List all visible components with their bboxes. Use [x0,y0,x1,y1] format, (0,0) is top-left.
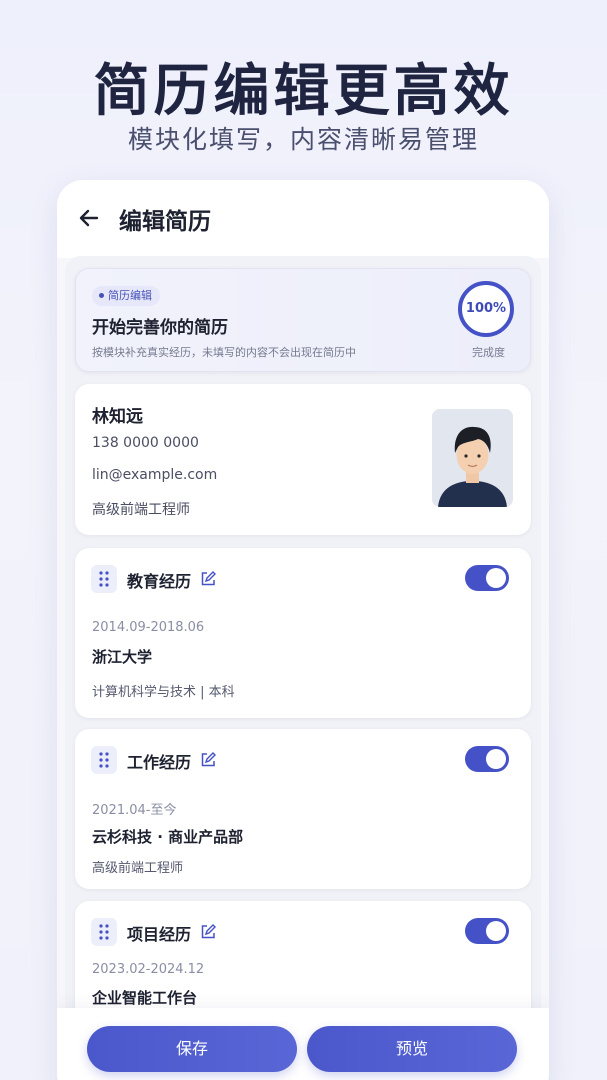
section-title: 教育经历 [127,572,192,591]
intro-tag: 简历编辑 [92,286,160,306]
section-meta: 计算机科学与技术 | 本科 [92,685,235,700]
intro-title: 开始完善你的简历 [92,318,228,338]
phone-frame: 编辑简历 简历编辑 开始完善你的简历 按模块补充真实经历，未填写的内容不会出现在… [57,180,549,1080]
section-date: 2023.02-2024.12 [92,962,205,977]
section-title: 项目经历 [127,925,192,944]
profile-phone: 138 0000 0000 [92,435,199,451]
footer-bar: 保存 预览 [57,1008,549,1080]
hero-subtitle: 模块化填写，内容清晰易管理 [127,125,479,154]
edit-icon[interactable] [200,924,216,940]
page-title: 编辑简历 [119,209,211,235]
intro-description: 按模块补充真实经历，未填写的内容不会出现在简历中 [92,346,356,359]
content-area: 简历编辑 开始完善你的简历 按模块补充真实经历，未填写的内容不会出现在简历中 1… [65,256,541,1080]
save-button[interactable]: 保存 [87,1026,297,1072]
work-section: 工作经历 2021.04-至今 云杉科技 · 商业产品部 高级前端工程师 [75,729,531,889]
section-toggle[interactable] [465,565,509,591]
avatar-portrait-icon [432,409,513,507]
preview-button[interactable]: 预览 [307,1026,517,1072]
education-section: 教育经历 2014.09-2018.06 浙江大学 计算机科学与技术 | 本科 [75,548,531,718]
progress-value: 100% [465,301,507,316]
section-toggle[interactable] [465,918,509,944]
section-org: 云杉科技 · 商业产品部 [92,828,244,846]
drag-handle-icon[interactable] [91,918,117,946]
edit-icon[interactable] [200,752,216,768]
drag-handle-icon[interactable] [91,565,117,593]
section-date: 2021.04-至今 [92,803,177,818]
profile-role: 高级前端工程师 [92,502,190,518]
section-title: 工作经历 [127,753,192,772]
section-toggle[interactable] [465,746,509,772]
section-org: 浙江大学 [92,648,153,666]
drag-handle-icon[interactable] [91,746,117,774]
intro-card: 简历编辑 开始完善你的简历 按模块补充真实经历，未填写的内容不会出现在简历中 1… [75,268,531,372]
avatar[interactable] [432,409,513,507]
profile-name: 林知远 [92,407,143,427]
profile-card[interactable]: 林知远 138 0000 0000 lin@example.com 高级前端工程… [75,384,531,535]
section-date: 2014.09-2018.06 [92,620,205,635]
section-meta: 高级前端工程师 [92,861,184,876]
back-arrow-icon[interactable] [77,206,101,230]
profile-email: lin@example.com [92,467,218,483]
progress-label: 完成度 [472,346,505,359]
section-org: 企业智能工作台 [92,989,198,1007]
top-bar: 编辑简历 [57,180,549,258]
hero-title: 简历编辑更高效 [93,59,514,124]
edit-icon[interactable] [200,571,216,587]
